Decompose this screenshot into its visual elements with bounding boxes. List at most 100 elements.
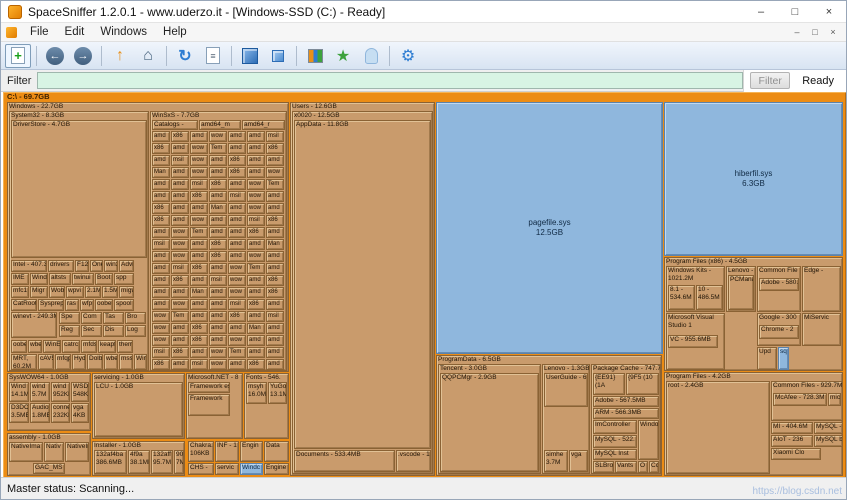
treemap-block-10-486-5m[interactable]: 10 - 486.5M	[696, 285, 723, 310]
treemap-block-sec[interactable]: Sec	[81, 325, 102, 337]
treemap-block-dolb[interactable]: Dolb	[87, 354, 103, 370]
treemap-block-winsxs-cell[interactable]: msil	[190, 359, 208, 370]
treemap-block-mfqp[interactable]: mfqp	[55, 354, 71, 370]
treemap-block-com[interactable]: Com	[81, 312, 102, 324]
treemap-block-winsxs-cell[interactable]: amd	[247, 347, 265, 358]
treemap-block-mi-404-6m[interactable]: MI - 404.6M	[771, 422, 813, 434]
treemap-block-winsxs-cell[interactable]: x86	[171, 131, 189, 142]
treemap-block-winsxs-cell[interactable]: amd	[171, 203, 189, 214]
treemap-block-f12[interactable]: F12	[75, 260, 89, 272]
treemap-block-winsxs-cell[interactable]: amd	[171, 167, 189, 178]
treemap-block-winsxs-cell[interactable]: amd	[266, 191, 284, 202]
treemap-block-vc-955-6mb[interactable]: VC - 955.6MB	[668, 335, 718, 348]
treemap-block-winsxs-cell[interactable]: wow	[228, 263, 246, 274]
treemap-block-arm-566-3mb[interactable]: ARM - 566.3MB	[593, 408, 659, 419]
treemap-block-winsxs-cell[interactable]: amd	[190, 203, 208, 214]
treemap-block-mfc1[interactable]: mfc1	[11, 286, 29, 298]
treemap-block-winsxs-cell[interactable]: amd	[247, 311, 265, 322]
filter-apply-button[interactable]: Filter	[750, 72, 791, 89]
treemap-block-winsxs-cell[interactable]: wow	[228, 287, 246, 298]
treemap-block-winsxs-cell[interactable]: amd	[209, 191, 227, 202]
treemap-block-yugo-13-1m[interactable]: YuGo 13.1M	[268, 382, 287, 404]
maximize-button[interactable]: □	[778, 1, 812, 23]
treemap-block-vga[interactable]: vga	[569, 450, 588, 472]
treemap-block-winsxs-cell[interactable]: amd	[209, 215, 227, 226]
treemap-block-winsxs-cell[interactable]: amd	[152, 299, 170, 310]
hint-button[interactable]	[358, 44, 384, 68]
treemap-block-winsxs-cell[interactable]: amd	[247, 131, 265, 142]
treemap-block-winsxs-cell[interactable]: x86	[209, 251, 227, 262]
treemap-block-winsxs-cell[interactable]: wow	[171, 299, 189, 310]
treemap-block-altsts[interactable]: altsts	[49, 273, 71, 285]
treemap-block-userguide-6[interactable]: UserGuide - 6	[544, 373, 588, 407]
treemap-block-winsxs-cell[interactable]: amd	[247, 143, 265, 154]
treemap-block-wind-14-1m[interactable]: Wind 14.1M	[9, 382, 29, 402]
treemap-block-winsxs-cell[interactable]: amd	[228, 215, 246, 226]
treemap-block-winsxs-cell[interactable]: wow	[152, 311, 170, 322]
mdi-minimize-button[interactable]: –	[788, 25, 806, 40]
treemap-block-winsxs-cell[interactable]: x86	[190, 335, 208, 346]
treemap-block-winsxs-cell[interactable]: amd	[266, 203, 284, 214]
treemap-block-wob[interactable]: Wob	[49, 286, 65, 298]
treemap-block-inf-1[interactable]: INF - 1	[215, 441, 239, 462]
more-detail-button[interactable]	[265, 44, 291, 68]
treemap-block-windc-4kb[interactable]: Windc 4KB	[240, 463, 263, 475]
treemap-block-winsxs-cell[interactable]: amd	[209, 287, 227, 298]
treemap-block-vga-4kb[interactable]: vga 4KB	[71, 403, 89, 423]
treemap-block-hiberfil-sys[interactable]: hiberfil.sys 6.3GB	[664, 102, 843, 256]
treemap-block-vscode[interactable]: .vscode - 195	[396, 450, 431, 472]
treemap-block-winsxs-cell[interactable]: msil	[266, 131, 284, 142]
treemap-block-winsxs-cell[interactable]: msil	[228, 191, 246, 202]
treemap-block-winsxs-cell[interactable]: amd	[266, 323, 284, 334]
treemap-block-winsxs-cell[interactable]: Tem	[228, 347, 246, 358]
treemap-block-engin[interactable]: Engin	[240, 441, 263, 462]
treemap-block-winsxs-cell[interactable]: amd	[247, 287, 265, 298]
treemap-block-winsxs-cell[interactable]: x86	[266, 215, 284, 226]
treemap-block-cc[interactable]: Cc	[649, 461, 659, 473]
treemap-block-winsxs-cell[interactable]: amd	[171, 191, 189, 202]
treemap-block-winsxs-cell[interactable]: amd	[209, 323, 227, 334]
treemap-block-wfp[interactable]: wfp	[80, 299, 94, 311]
menu-item-windows[interactable]: Windows	[92, 24, 155, 40]
menu-item-edit[interactable]: Edit	[57, 24, 93, 40]
treemap-block-appdata[interactable]: AppData - 11.8GB	[294, 120, 431, 449]
treemap-block-winsxs-cell[interactable]: amd	[152, 191, 170, 202]
treemap-block-winsxs-cell[interactable]: x86	[152, 215, 170, 226]
treemap-block-90f-7m[interactable]: 90f 7M	[174, 450, 184, 474]
treemap-block-winsxs-cell[interactable]: wow	[228, 335, 246, 346]
treemap-block-winsxs-cell[interactable]: Man	[247, 323, 265, 334]
treemap-block-winsxs-cell[interactable]: Man	[190, 287, 208, 298]
treemap-block-spool[interactable]: spool	[114, 299, 134, 311]
treemap-block-engine[interactable]: Engine	[264, 463, 289, 475]
treemap-block-chakra-106kb[interactable]: Chakra. 106KB	[188, 441, 214, 462]
treemap-block-winsxs-cell[interactable]: x86	[209, 179, 227, 190]
treemap-block-winsxs-cell[interactable]: amd	[266, 155, 284, 166]
treemap-block-catrc[interactable]: catrc	[62, 340, 80, 353]
treemap-block-winsxs-cell[interactable]: msil	[171, 155, 189, 166]
treemap-block-winsxs-cell[interactable]: wow	[190, 167, 208, 178]
treemap-block-vants[interactable]: Vants	[615, 461, 637, 473]
treemap-block-wbe[interactable]: wbe	[104, 354, 118, 370]
treemap-block-wint[interactable]: Wint	[134, 354, 147, 370]
treemap-block-winsxs-cell[interactable]: wow	[152, 335, 170, 346]
treemap-block-winsxs-cell[interactable]: wow	[247, 179, 265, 190]
treemap-block-winsxs-cell[interactable]: amd	[247, 335, 265, 346]
treemap-block-spe[interactable]: Spe	[59, 312, 80, 324]
treemap-block-chrome-2[interactable]: Chrome - 2	[759, 325, 799, 339]
treemap-block-servic[interactable]: servic	[215, 463, 239, 475]
treemap-block-winsxs-cell[interactable]: amd	[228, 239, 246, 250]
filter-input[interactable]	[37, 72, 744, 89]
treemap-block-winsxs-cell[interactable]: amd	[266, 227, 284, 238]
treemap-block-winsxs-cell[interactable]: amd	[152, 155, 170, 166]
treemap-block-winsxs-cell[interactable]: amd	[266, 299, 284, 310]
treemap-block-winsxs-cell[interactable]: msil	[171, 263, 189, 274]
treemap-block-winsxs-cell[interactable]: wow	[190, 143, 208, 154]
treemap-block-winsxs-cell[interactable]: amd	[247, 155, 265, 166]
treemap-block-winsxs-cell[interactable]: amd	[228, 179, 246, 190]
treemap-block-winsxs-cell[interactable]: x86	[247, 227, 265, 238]
treemap-block-wind-952kb[interactable]: wind 952KB	[51, 382, 70, 402]
treemap-block-mcafee-728-3m[interactable]: McAfee - 728.3M	[773, 393, 827, 406]
treemap-block-adobe-567-5mb[interactable]: Adobe - 567.5MB	[593, 396, 659, 407]
treemap-block-winsxs-cell[interactable]: amd	[209, 335, 227, 346]
treemap-block-mfds[interactable]: mfds	[81, 340, 97, 353]
